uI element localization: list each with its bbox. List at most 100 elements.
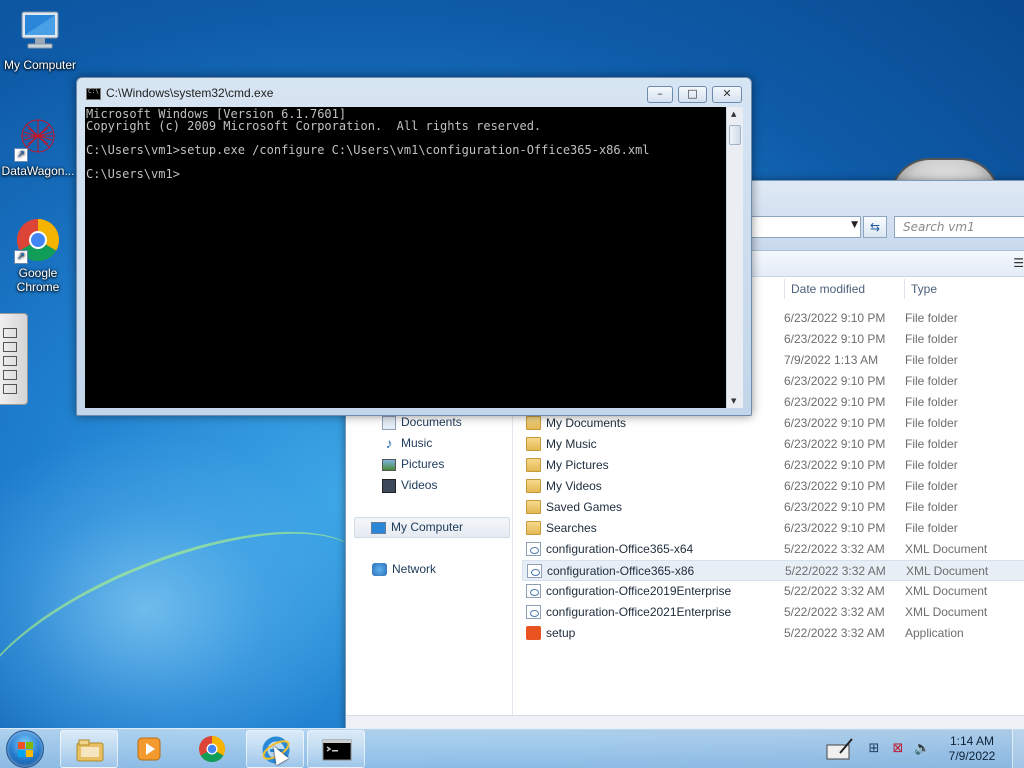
taskbar-clock[interactable]: 1:14 AM 7/9/2022 [930,734,1014,764]
file-type: File folder [905,395,958,409]
volume-icon[interactable]: 🔈 [914,741,930,757]
file-date: 6/23/2022 9:10 PM [784,332,886,346]
folder-icon [526,500,541,514]
nav-item-my-computer[interactable]: My Computer [354,517,510,538]
file-date: 6/23/2022 9:10 PM [784,374,886,388]
pictures-icon [382,458,396,471]
file-explorer-taskbar-button[interactable] [60,730,118,768]
file-type: File folder [905,353,958,367]
xml-file-icon [526,542,541,556]
refresh-button[interactable]: ⇆ [863,216,887,238]
desktop-gadget[interactable] [0,313,28,405]
datawagon-icon: ↗ [14,114,62,162]
console-line: C:\Users\vm1> [86,167,180,181]
nav-item-music[interactable]: ♪ Music [382,433,433,454]
file-row-configuration-office365-x86[interactable]: configuration-Office365-x86 5/22/2022 3:… [522,560,1024,581]
xml-file-icon [526,584,541,598]
gadget-brick [3,356,17,366]
scroll-up-icon[interactable]: ▲ [731,110,736,118]
desktop-icon-label: Google Chrome [16,266,60,294]
column-separator [784,279,785,299]
nav-item-pictures[interactable]: Pictures [382,454,444,475]
shortcut-arrow-icon: ↗ [14,250,28,264]
clock-date: 7/9/2022 [948,749,996,763]
xml-file-icon [527,564,542,578]
windows-logo-icon [18,742,34,758]
address-bar[interactable]: ▼ [751,216,861,238]
show-hidden-icons-icon[interactable]: ⊞ [866,741,882,757]
scroll-down-icon[interactable]: ▼ [731,397,736,405]
column-header-date-modified[interactable]: Date modified [791,277,865,301]
console-line: Copyright (c) 2009 Microsoft Corporation… [86,119,542,133]
network-status-icon[interactable]: ⊠ [890,741,906,757]
file-row-configuration-office2021enterprise[interactable]: configuration-Office2021Enterprise 5/22/… [522,602,1024,623]
maximize-button[interactable]: □ [678,86,707,103]
taskbar: ⊞ ⊠ 🔈 1:14 AM 7/9/2022 [0,728,1024,768]
chrome-taskbar-button[interactable] [183,730,241,768]
console-output[interactable]: Microsoft Windows [Version 6.1.7601] Copy… [85,107,726,408]
file-date: 7/9/2022 1:13 AM [784,353,879,367]
xml-file-icon [526,605,541,619]
file-row-my-music[interactable]: My Music 6/23/2022 9:10 PM File folder [522,434,1024,455]
folder-icon [526,521,541,535]
folder-icon [526,416,541,430]
file-row-configuration-office365-x64[interactable]: configuration-Office365-x64 5/22/2022 3:… [522,539,1024,560]
window-title: C:\Windows\system32\cmd.exe [106,86,274,100]
office-app-icon [526,626,541,640]
minimize-button[interactable]: – [647,86,673,103]
folder-icon [75,735,105,765]
horizontal-scrollbar[interactable] [346,715,1024,729]
vertical-scrollbar[interactable]: ▲ ▼ [726,107,743,408]
show-desktop-button[interactable] [1012,729,1024,768]
gadget-brick [3,328,17,338]
pen-tablet-icon[interactable] [826,737,854,761]
file-row-configuration-office2019enterprise[interactable]: configuration-Office2019Enterprise 5/22/… [522,581,1024,602]
file-row-setup[interactable]: setup 5/22/2022 3:32 AM Application [522,623,1024,644]
scrollbar-thumb[interactable] [729,125,741,145]
cmd-taskbar-button[interactable] [307,730,365,768]
computer-icon [16,8,64,56]
desktop-icon-label: My Computer [3,58,77,72]
music-icon: ♪ [385,435,393,451]
nav-item-videos[interactable]: Videos [382,475,437,496]
search-input[interactable]: Search vm1 [894,216,1024,238]
desktop-icon-datawagon[interactable]: ↗ DataWagon... [0,114,78,178]
desktop-icon-my-computer[interactable]: My Computer [0,8,80,72]
gadget-brick [3,384,17,394]
desktop-icon-google-chrome[interactable]: ↗ Google Chrome [0,216,78,294]
view-options-icon[interactable]: ☰ [1013,256,1024,270]
chrome-icon [197,734,227,764]
cmd-icon [322,735,352,765]
address-dropdown-icon[interactable]: ▼ [851,220,858,230]
file-type: File folder [905,374,958,388]
cmd-window[interactable]: C:\Windows\system32\cmd.exe – □ ✕ Micros… [76,77,752,416]
file-row-saved-games[interactable]: Saved Games 6/23/2022 9:10 PM File folde… [522,497,1024,518]
file-date: 6/23/2022 9:10 PM [784,395,886,409]
computer-icon [371,521,386,534]
column-separator [904,279,905,299]
file-row-my-videos[interactable]: My Videos 6/23/2022 9:10 PM File folder [522,476,1024,497]
folder-icon [526,437,541,451]
media-player-taskbar-button[interactable] [120,730,178,768]
nav-item-network[interactable]: Network [372,559,436,580]
file-row-my-documents[interactable]: My Documents 6/23/2022 9:10 PM File fold… [522,413,1024,434]
chrome-icon: ↗ [14,216,62,264]
file-row-searches[interactable]: Searches 6/23/2022 9:10 PM File folder [522,518,1024,539]
column-header-type[interactable]: Type [911,277,937,301]
start-button[interactable] [6,730,44,768]
folder-icon [526,458,541,472]
media-player-icon [134,734,164,764]
folder-icon [526,479,541,493]
shortcut-arrow-icon: ↗ [14,148,28,162]
close-button[interactable]: ✕ [712,86,742,103]
gadget-brick [3,370,17,380]
file-row-my-pictures[interactable]: My Pictures 6/23/2022 9:10 PM File folde… [522,455,1024,476]
videos-icon [382,478,396,493]
cmd-icon [86,88,101,100]
desktop-icon-label: DataWagon... [1,164,75,178]
network-icon [372,563,387,576]
file-type: File folder [905,311,958,325]
file-date: 6/23/2022 9:10 PM [784,311,886,325]
clock-time: 1:14 AM [949,734,995,748]
